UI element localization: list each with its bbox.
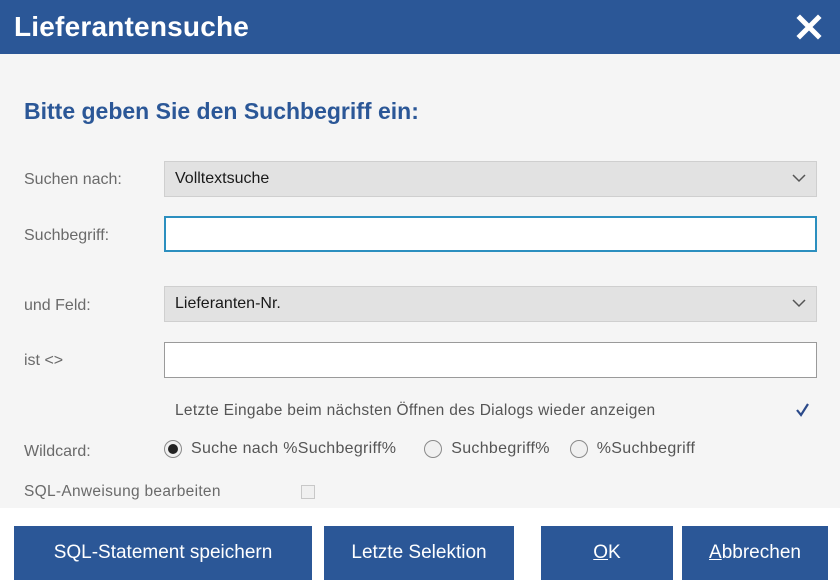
title-bar: Lieferantensuche xyxy=(0,0,840,54)
sql-edit-checkbox[interactable] xyxy=(301,485,315,499)
chevron-down-icon xyxy=(792,295,806,313)
field-label: und Feld: xyxy=(24,297,91,314)
search-term-input[interactable] xyxy=(164,216,817,252)
search-by-value: Volltextsuche xyxy=(175,170,270,187)
close-icon[interactable] xyxy=(792,10,826,44)
wildcard-option-label: %Suchbegriff xyxy=(596,440,696,457)
sql-edit-label: SQL-Anweisung bearbeiten xyxy=(24,483,221,500)
not-equal-input[interactable] xyxy=(164,342,817,378)
ok-label-rest: K xyxy=(608,542,621,563)
wildcard-option-suffix[interactable]: Suchbegriff% xyxy=(424,440,549,458)
search-term-label: Suchbegriff: xyxy=(24,227,110,244)
search-by-label: Suchen nach: xyxy=(24,171,122,188)
window-title: Lieferantensuche xyxy=(14,11,250,42)
radio-selected-icon xyxy=(164,440,182,458)
wildcard-option-prefix[interactable]: %Suchbegriff xyxy=(569,440,696,458)
ok-button[interactable]: OK xyxy=(541,526,673,580)
button-bar: SQL-Statement speichern Letzte Selektion… xyxy=(0,508,840,587)
last-selection-button[interactable]: Letzte Selektion xyxy=(324,526,514,580)
ok-accelerator: O xyxy=(593,542,609,563)
wildcard-option-both[interactable]: Suche nach %Suchbegriff% xyxy=(164,440,396,458)
cancel-accelerator: A xyxy=(709,542,722,563)
radio-unselected-icon xyxy=(424,440,443,458)
search-by-select[interactable]: Volltextsuche xyxy=(164,161,817,197)
wildcard-label: Wildcard: xyxy=(24,443,91,460)
dialog-heading: Bitte geben Sie den Suchbegriff ein: xyxy=(24,98,419,124)
save-sql-button[interactable]: SQL-Statement speichern xyxy=(14,526,312,580)
not-equal-label: ist <> xyxy=(24,352,64,369)
radio-unselected-icon xyxy=(569,440,588,458)
wildcard-option-label: Suche nach %Suchbegriff% xyxy=(191,440,397,457)
wildcard-option-label: Suchbegriff% xyxy=(451,440,550,457)
cancel-button[interactable]: Abbrechen xyxy=(682,526,828,580)
wildcard-radio-group: Suche nach %Suchbegriff% Suchbegriff% %S… xyxy=(164,440,713,458)
field-value: Lieferanten-Nr. xyxy=(175,295,281,312)
dialog-content: Bitte geben Sie den Suchbegriff ein: Suc… xyxy=(0,54,840,508)
remember-label: Letzte Eingabe beim nächsten Öffnen des … xyxy=(175,402,656,419)
field-select[interactable]: Lieferanten-Nr. xyxy=(164,286,817,322)
cancel-label-rest: bbrechen xyxy=(721,542,801,563)
chevron-down-icon xyxy=(792,170,806,188)
remember-checkbox[interactable] xyxy=(795,403,809,417)
